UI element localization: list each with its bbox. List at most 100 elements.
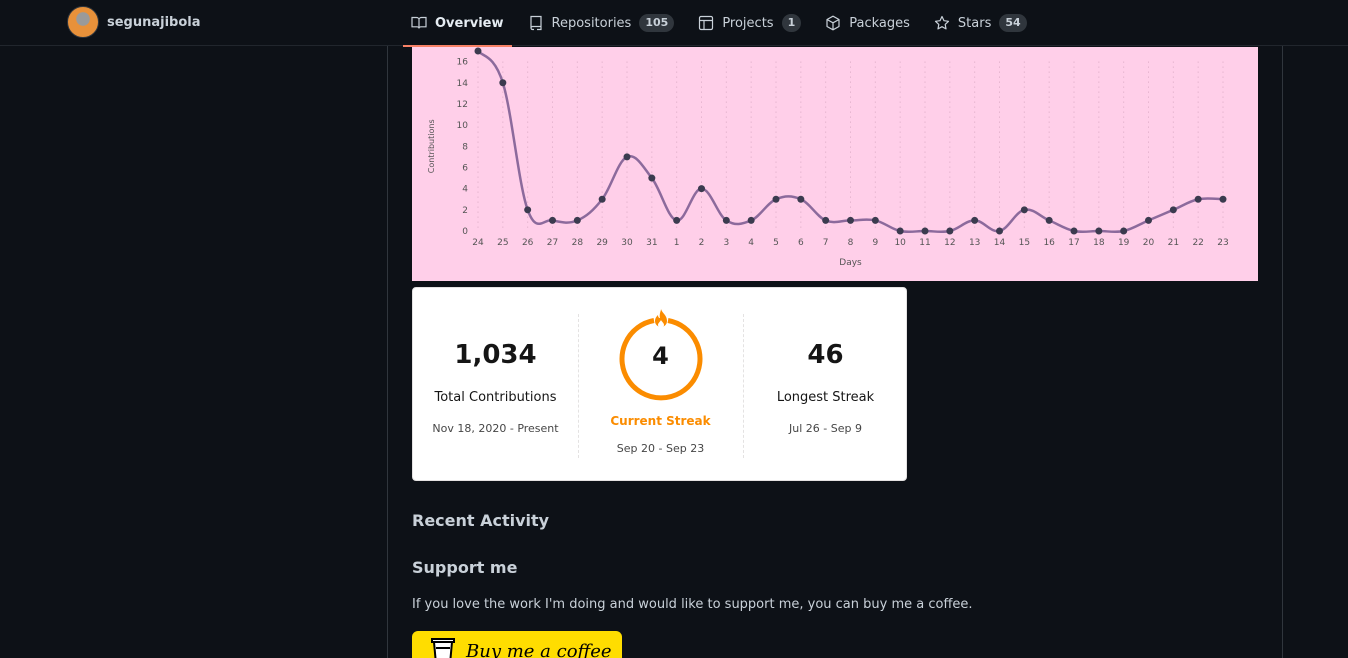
coffee-cup-icon	[431, 638, 455, 658]
total-contributions-value: 1,034	[454, 340, 537, 370]
x-tick-label: 27	[547, 238, 558, 248]
repositories-count-badge: 105	[639, 14, 675, 32]
current-streak-range: Sep 20 - Sep 23	[616, 442, 705, 455]
x-tick-label: 29	[596, 238, 608, 248]
tab-repositories[interactable]: Repositories 105	[520, 0, 683, 46]
x-axis-label: Days	[839, 258, 862, 268]
x-tick-label: 10	[894, 238, 906, 248]
x-tick-label: 19	[1118, 238, 1130, 248]
star-icon	[934, 15, 950, 30]
data-point	[1095, 227, 1103, 235]
x-tick-label: 28	[572, 238, 584, 248]
data-point	[1145, 216, 1152, 224]
data-point	[921, 227, 929, 235]
data-point	[1120, 227, 1128, 235]
contribution-chart-svg: 024681012141624 25 26 27 28 29 30 31 1 2 3 4 5 6 7 8 9 10…	[427, 47, 1229, 268]
y-tick-label: 6	[462, 163, 468, 173]
x-tick-label: 8	[848, 238, 854, 248]
x-tick-label: 18	[1093, 238, 1105, 248]
tab-label: Stars	[957, 15, 992, 31]
longest-streak-range: Jul 26 - Sep 9	[789, 422, 862, 435]
tab-packages[interactable]: Packages	[817, 0, 918, 46]
data-point	[1020, 206, 1028, 214]
x-tick-label: 23	[1217, 238, 1228, 248]
x-tick-label: 11	[919, 238, 930, 248]
data-point	[1070, 227, 1078, 235]
data-point	[747, 216, 755, 224]
tab-stars[interactable]: Stars 54	[926, 0, 1035, 46]
recent-activity-heading: Recent Activity	[412, 511, 550, 530]
current-streak-label: Current Streak	[610, 414, 711, 428]
x-tick-label: 4	[748, 238, 754, 248]
y-tick-label: 4	[462, 185, 468, 195]
buy-me-a-coffee-label: Buy me a coffee	[466, 640, 612, 658]
data-point	[673, 216, 681, 224]
tab-label: Repositories	[551, 15, 632, 31]
data-point	[598, 195, 606, 203]
book-icon	[411, 16, 427, 29]
data-point	[847, 216, 854, 224]
x-tick-label: 9	[872, 238, 878, 248]
profile-tabs: Overview Repositories 105 Projects 1 Pac…	[403, 0, 1043, 47]
username[interactable]: segunajibola	[107, 15, 201, 30]
x-tick-label: 21	[1168, 238, 1179, 248]
user-profile-link[interactable]: segunajibola	[67, 6, 201, 38]
data-point	[822, 216, 830, 224]
top-nav: segunajibola Overview Repositories 105 P…	[0, 0, 1348, 47]
data-point	[1045, 216, 1053, 224]
data-point	[871, 216, 879, 224]
tab-label: Overview	[435, 15, 504, 31]
data-point	[1169, 206, 1177, 214]
x-tick-label: 24	[472, 238, 484, 248]
x-tick-label: 16	[1043, 238, 1055, 248]
y-tick-label: 10	[457, 121, 469, 131]
data-point	[474, 47, 482, 55]
total-contributions-range: Nov 18, 2020 - Present	[432, 422, 559, 435]
x-tick-label: 12	[944, 238, 955, 248]
column-divider-left	[387, 46, 388, 658]
x-tick-label: 30	[621, 238, 633, 248]
longest-streak-stat: 46 Longest Streak Jul 26 - Sep 9	[743, 288, 908, 482]
x-tick-label: 22	[1192, 238, 1203, 248]
repo-icon	[529, 15, 542, 31]
data-point	[996, 227, 1003, 235]
x-tick-label: 26	[522, 238, 534, 248]
tab-overview[interactable]: Overview	[403, 0, 512, 47]
column-divider-right	[1282, 46, 1283, 658]
x-tick-label: 15	[1019, 238, 1030, 248]
y-axis-label: Contributions	[427, 119, 436, 173]
total-contributions-stat: 1,034 Total Contributions Nov 18, 2020 -…	[413, 288, 578, 482]
data-point	[698, 185, 705, 193]
tab-label: Packages	[849, 15, 910, 31]
data-point	[722, 216, 730, 224]
y-tick-label: 16	[457, 58, 469, 68]
tab-label: Projects	[722, 15, 774, 31]
buy-me-a-coffee-button[interactable]: Buy me a coffee	[412, 631, 622, 658]
data-point	[623, 153, 631, 161]
stars-count-badge: 54	[999, 14, 1027, 32]
longest-streak-value: 46	[807, 340, 844, 370]
data-point	[648, 174, 656, 182]
data-point	[896, 227, 904, 235]
data-point	[946, 227, 954, 235]
data-point	[1194, 195, 1202, 203]
y-tick-label: 14	[457, 79, 469, 89]
data-point	[573, 216, 581, 224]
data-point	[797, 195, 805, 203]
tab-projects[interactable]: Projects 1	[690, 0, 809, 46]
y-tick-label: 12	[457, 100, 468, 110]
support-heading: Support me	[412, 558, 518, 577]
x-tick-label: 14	[994, 238, 1006, 248]
y-tick-label: 2	[462, 206, 468, 216]
avatar[interactable]	[67, 6, 99, 38]
x-tick-label: 3	[723, 238, 729, 248]
x-tick-label: 31	[646, 238, 657, 248]
x-tick-label: 2	[699, 238, 705, 248]
support-text: If you love the work I'm doing and would…	[412, 597, 973, 612]
data-point	[524, 206, 532, 214]
x-tick-label: 13	[969, 238, 980, 248]
data-point	[971, 216, 979, 224]
data-point	[772, 195, 780, 203]
y-tick-label: 8	[462, 142, 468, 152]
x-tick-label: 17	[1068, 238, 1079, 248]
